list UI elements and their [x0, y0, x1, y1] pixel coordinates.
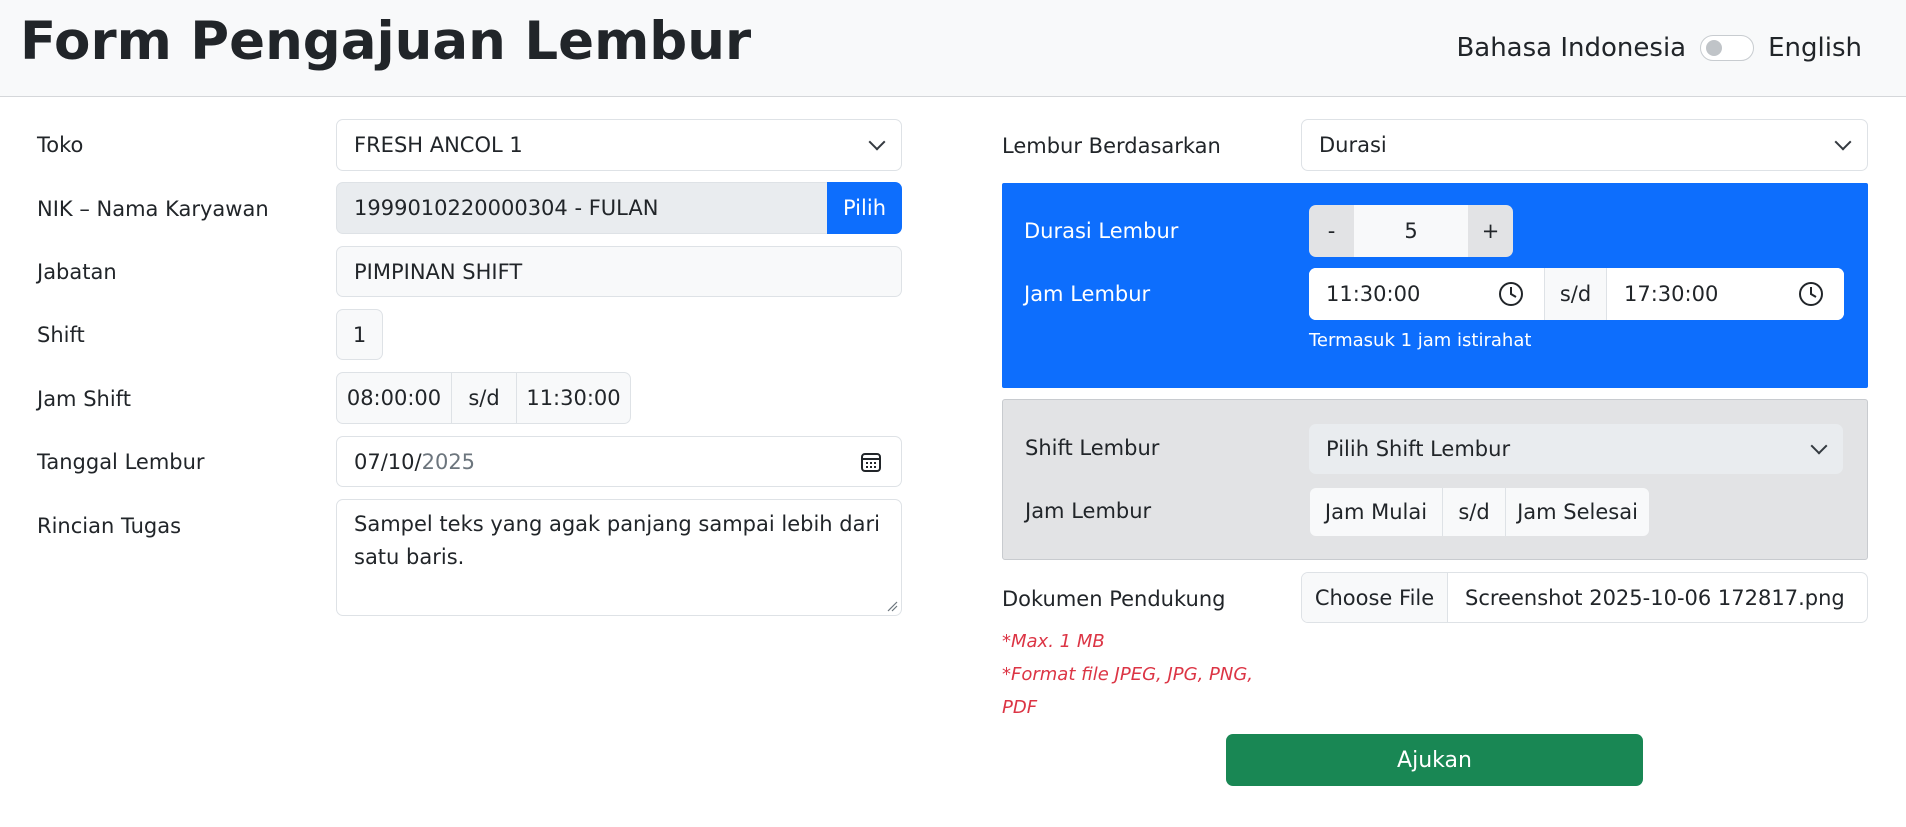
tanggal-date-input[interactable]: 07/10/2025: [336, 436, 902, 487]
hint-max-size: *Max. 1 MB: [1002, 631, 1105, 652]
decrement-button[interactable]: -: [1309, 205, 1354, 257]
nik-value: 1999010220000304 - FULAN: [354, 196, 659, 220]
chevron-down-icon: [1810, 437, 1828, 455]
hint-format-pdf: PDF: [1002, 697, 1038, 718]
rincian-textarea[interactable]: Sampel teks yang agak panjang sampai leb…: [336, 499, 902, 616]
chevron-down-icon: [868, 133, 886, 151]
chevron-down-icon: [1834, 133, 1852, 151]
jam-shift-label: Jam Shift: [37, 387, 131, 411]
ajukan-button[interactable]: Ajukan: [1226, 734, 1643, 786]
shift-lembur-select[interactable]: Pilih Shift Lembur: [1309, 424, 1843, 474]
nik-field: 1999010220000304 - FULAN: [336, 182, 828, 234]
jam-selesai-field: Jam Selesai: [1517, 500, 1638, 524]
toko-value: FRESH ANCOL 1: [354, 133, 523, 157]
hint-format: *Format file JPEG, JPG, PNG,: [1002, 664, 1254, 685]
shift-label: Shift: [37, 323, 85, 347]
durasi-stepper: - 5 +: [1309, 205, 1513, 257]
jam-shift-start: 08:00:00: [337, 373, 452, 423]
jabatan-field: PIMPINAN SHIFT: [336, 246, 902, 297]
language-label-english: English: [1768, 33, 1862, 63]
toko-select[interactable]: FRESH ANCOL 1: [336, 119, 902, 171]
jam-lembur-start-value: 11:30:00: [1326, 282, 1421, 306]
jam-lembur-end-input[interactable]: 17:30:00: [1607, 268, 1844, 320]
page-header: Form Pengajuan Lembur Bahasa Indonesia E…: [0, 0, 1906, 97]
jam-shift-end: 11:30:00: [526, 386, 621, 410]
nik-label: NIK – Nama Karyawan: [37, 197, 269, 221]
clock-icon[interactable]: [1798, 281, 1824, 307]
clock-icon[interactable]: [1498, 281, 1524, 307]
choose-file-button[interactable]: Choose File: [1302, 573, 1448, 622]
shift-field: 1: [336, 309, 383, 360]
jam-lembur-start-input[interactable]: 11:30:00: [1309, 268, 1544, 320]
jam-shift-lembur-separator: s/d: [1443, 488, 1506, 536]
dokumen-label: Dokumen Pendukung: [1002, 587, 1226, 611]
toggle-knob: [1706, 40, 1723, 56]
shift-lembur-label: Shift Lembur: [1025, 436, 1160, 460]
jabatan-value: PIMPINAN SHIFT: [354, 259, 523, 284]
tanggal-value: 07/10/2025: [354, 449, 476, 474]
jabatan-label: Jabatan: [37, 260, 117, 284]
dokumen-file-input[interactable]: Choose File Screenshot 2025-10-06 172817…: [1301, 572, 1868, 623]
lembur-basis-value: Durasi: [1319, 133, 1387, 157]
jam-shift-separator: s/d: [452, 373, 517, 423]
rincian-value: Sampel teks yang agak panjang sampai leb…: [354, 512, 880, 569]
istirahat-note: Termasuk 1 jam istirahat: [1309, 330, 1532, 351]
resize-grip-icon[interactable]: [887, 601, 898, 612]
durasi-label: Durasi Lembur: [1024, 219, 1179, 243]
jam-lembur-separator: s/d: [1544, 268, 1607, 320]
toko-label: Toko: [37, 133, 84, 157]
shift-value: 1: [352, 322, 367, 347]
jam-lembur-shift-label: Jam Lembur: [1025, 499, 1152, 523]
durasi-value[interactable]: 5: [1354, 205, 1468, 257]
page-title: Form Pengajuan Lembur: [20, 11, 752, 72]
lembur-basis-label: Lembur Berdasarkan: [1002, 134, 1221, 158]
tanggal-label: Tanggal Lembur: [37, 450, 205, 474]
calendar-icon[interactable]: [860, 451, 882, 473]
rincian-label: Rincian Tugas: [37, 514, 182, 538]
jam-lembur-end-value: 17:30:00: [1624, 282, 1719, 306]
jam-lembur-label: Jam Lembur: [1024, 282, 1151, 306]
lembur-basis-select[interactable]: Durasi: [1301, 119, 1868, 171]
increment-button[interactable]: +: [1468, 205, 1513, 257]
pilih-button[interactable]: Pilih: [827, 182, 902, 234]
language-toggle[interactable]: [1700, 35, 1755, 61]
language-switcher: Bahasa Indonesia English: [1456, 30, 1862, 66]
jam-mulai-field: Jam Mulai: [1310, 488, 1443, 536]
jam-shift-group: 08:00:00 s/d 11:30:00: [336, 372, 631, 424]
jam-lembur-shift-group: Jam Mulai s/d Jam Selesai: [1309, 487, 1650, 537]
jam-lembur-durasi-group: 11:30:00 s/d 17:30:00: [1309, 268, 1844, 320]
file-name: Screenshot 2025-10-06 172817.png: [1465, 585, 1845, 610]
shift-lembur-select-value: Pilih Shift Lembur: [1326, 437, 1511, 461]
language-label-indonesia: Bahasa Indonesia: [1456, 33, 1687, 63]
